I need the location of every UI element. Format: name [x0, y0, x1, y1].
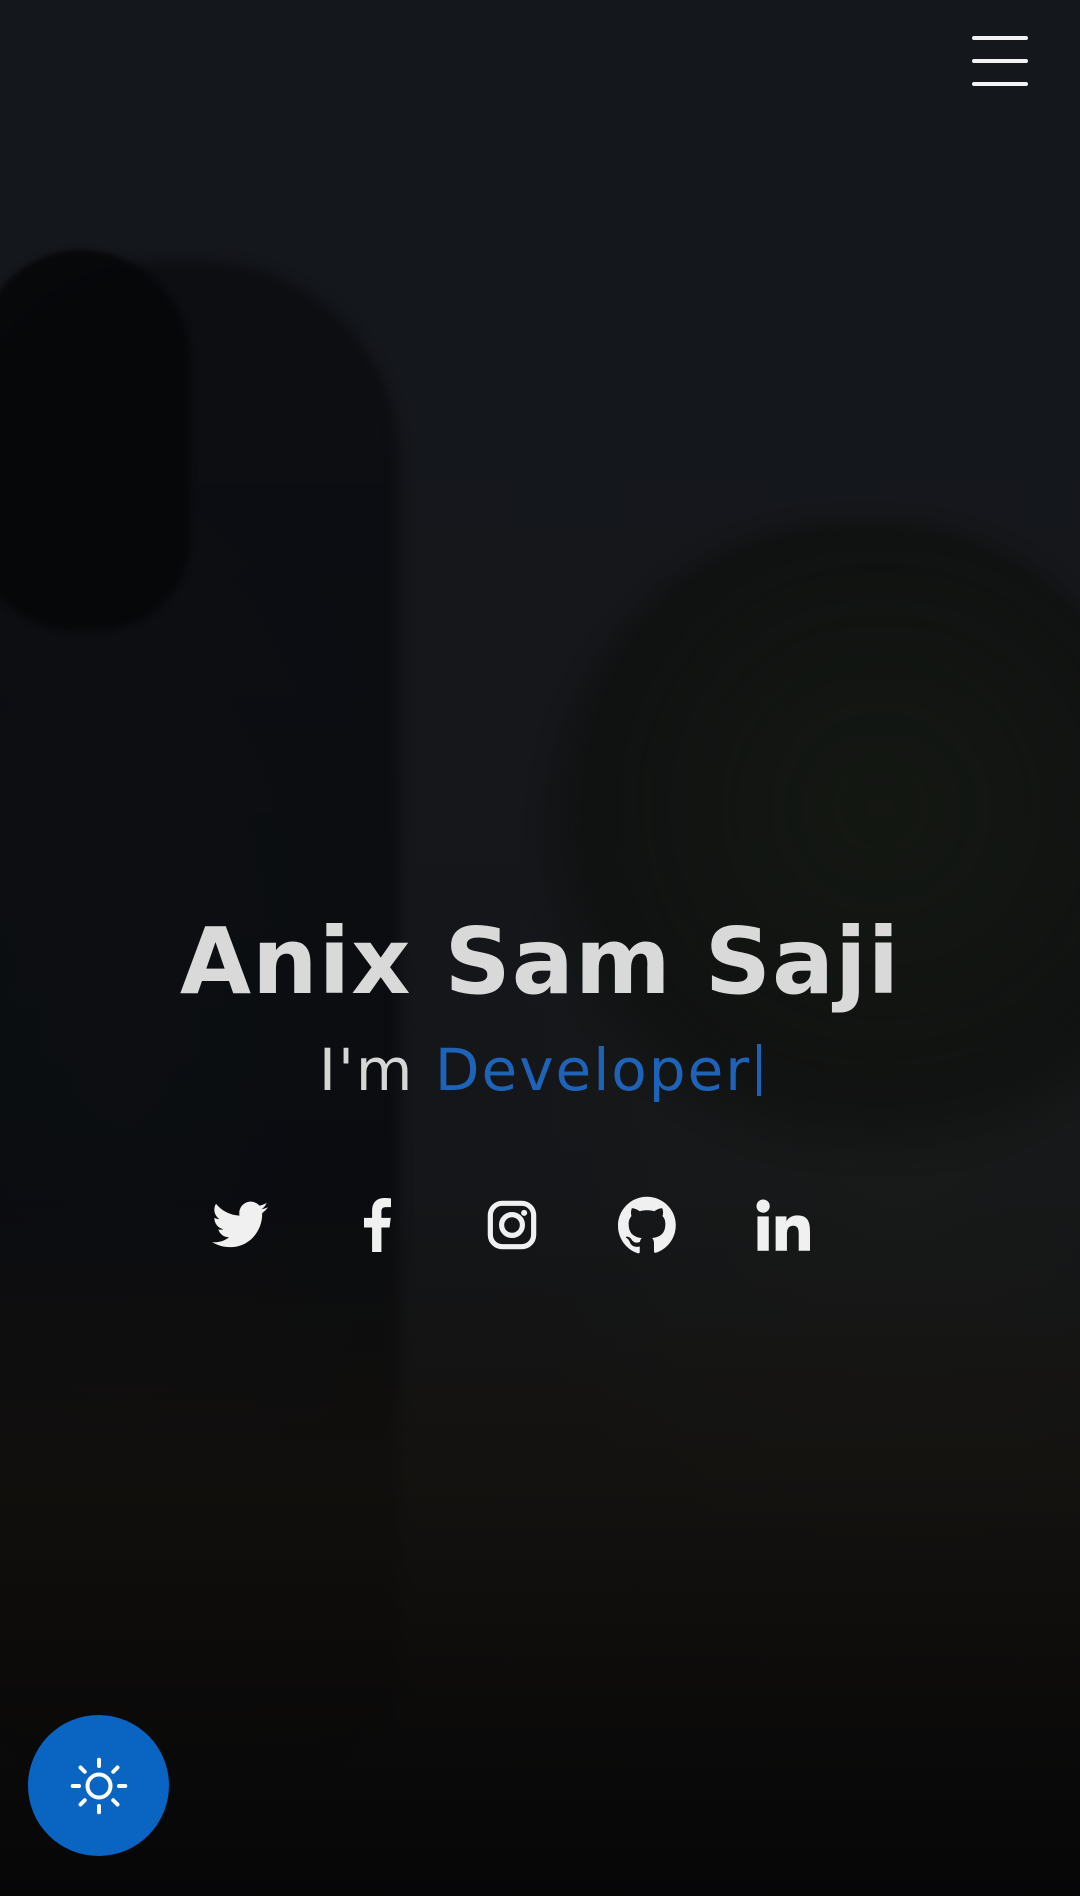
typing-cursor: [757, 1044, 762, 1096]
hero-section: Anix Sam Saji I'm Developer: [0, 0, 1080, 1896]
menu-bar-top: [972, 36, 1028, 40]
theme-toggle-button[interactable]: [28, 1715, 169, 1856]
github-icon[interactable]: [614, 1192, 680, 1258]
menu-bar-middle: [972, 59, 1028, 63]
linkedin-icon[interactable]: [750, 1192, 816, 1258]
intro-prefix: I'm: [318, 1036, 415, 1104]
intro-role: Developer: [434, 1036, 752, 1104]
hero-name: Anix Sam Saji: [179, 908, 901, 1015]
social-links: [0, 1192, 1080, 1258]
twitter-icon[interactable]: [207, 1192, 273, 1258]
sun-icon: [70, 1757, 127, 1814]
instagram-icon[interactable]: [479, 1192, 545, 1258]
menu-bar-bottom: [972, 82, 1028, 86]
hero-subtitle: I'm Developer: [0, 1036, 1080, 1104]
hamburger-menu-icon[interactable]: [972, 36, 1028, 86]
background-head-silhouette: [0, 250, 190, 630]
facebook-icon[interactable]: [344, 1192, 410, 1258]
